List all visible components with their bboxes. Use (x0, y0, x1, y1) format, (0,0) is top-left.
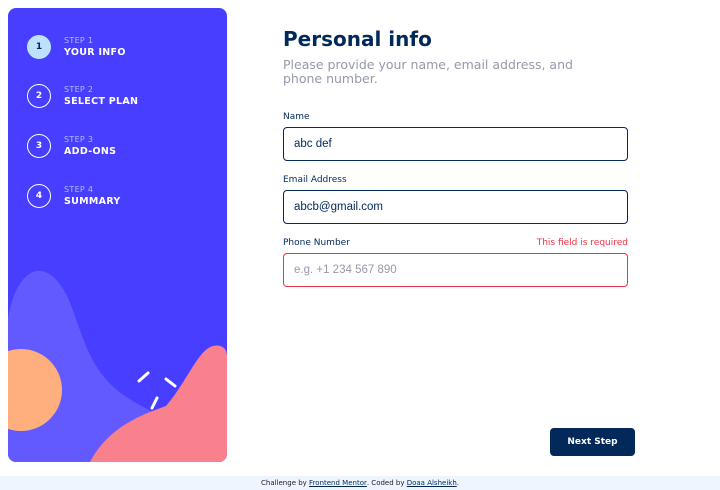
main-panel: Personal info Please provide your name, … (283, 26, 635, 287)
step-1[interactable]: 1 STEP 1 YOUR INFO (27, 35, 126, 59)
step-4-number: 4 (27, 184, 51, 208)
footer-coded-text: . Coded by (366, 479, 405, 487)
app-window: 1 STEP 1 YOUR INFO 2 STEP 2 SELECT PLAN … (0, 0, 720, 476)
step-4-title: SUMMARY (64, 196, 121, 207)
email-label: Email Address (283, 175, 347, 185)
footer-end: . (456, 479, 459, 487)
page-title: Personal info (283, 27, 432, 51)
footer-challenge-text: Challenge by (261, 479, 307, 487)
step-3-title: ADD-ONS (64, 146, 117, 157)
phone-label: Phone Number (283, 238, 350, 248)
step-4-sub: STEP 4 (64, 185, 94, 194)
sparkle-line-1 (137, 371, 150, 383)
sidebar-decoration (8, 270, 227, 462)
sparkle-line-3 (150, 396, 159, 410)
phone-error-message: This field is required (536, 238, 628, 248)
step-2[interactable]: 2 STEP 2 SELECT PLAN (27, 84, 138, 108)
attribution-footer: Challenge by Frontend Mentor. Coded by D… (0, 476, 720, 490)
sidebar: 1 STEP 1 YOUR INFO 2 STEP 2 SELECT PLAN … (8, 8, 227, 462)
name-field-group: Name (283, 112, 628, 161)
step-1-sub: STEP 1 (64, 36, 94, 45)
step-1-number: 1 (27, 35, 51, 59)
name-label: Name (283, 112, 310, 122)
step-3[interactable]: 3 STEP 3 ADD-ONS (27, 134, 116, 158)
author-link[interactable]: Doaa Alsheikh (407, 479, 457, 487)
email-field-group: Email Address (283, 175, 628, 224)
next-step-button[interactable]: Next Step (550, 428, 635, 456)
step-1-title: YOUR INFO (64, 47, 126, 58)
name-input[interactable] (283, 127, 628, 161)
phone-input[interactable] (283, 253, 628, 287)
step-2-sub: STEP 2 (64, 85, 94, 94)
step-3-sub: STEP 3 (64, 135, 94, 144)
phone-field-group: Phone Number This field is required (283, 238, 628, 287)
step-4[interactable]: 4 STEP 4 SUMMARY (27, 184, 121, 208)
email-input[interactable] (283, 190, 628, 224)
step-3-number: 3 (27, 134, 51, 158)
sparkle-line-2 (164, 377, 177, 388)
step-2-number: 2 (27, 84, 51, 108)
frontend-mentor-link[interactable]: Frontend Mentor (309, 479, 367, 487)
step-2-title: SELECT PLAN (64, 96, 139, 107)
page-subtitle: Please provide your name, email address,… (283, 57, 573, 86)
